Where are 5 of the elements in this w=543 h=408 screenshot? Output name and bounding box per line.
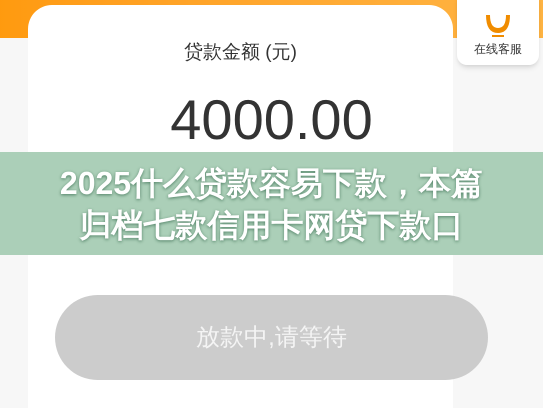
customer-service-widget[interactable]: 在线客服 [457,0,539,65]
customer-service-label: 在线客服 [474,43,522,55]
banner-title: 2025什么贷款容易下款，本篇归档七款信用卡网贷下款口 [58,164,484,244]
loan-amount: 4000.00 [170,92,373,148]
loan-amount-label: 贷款金额 (元) [184,43,297,62]
